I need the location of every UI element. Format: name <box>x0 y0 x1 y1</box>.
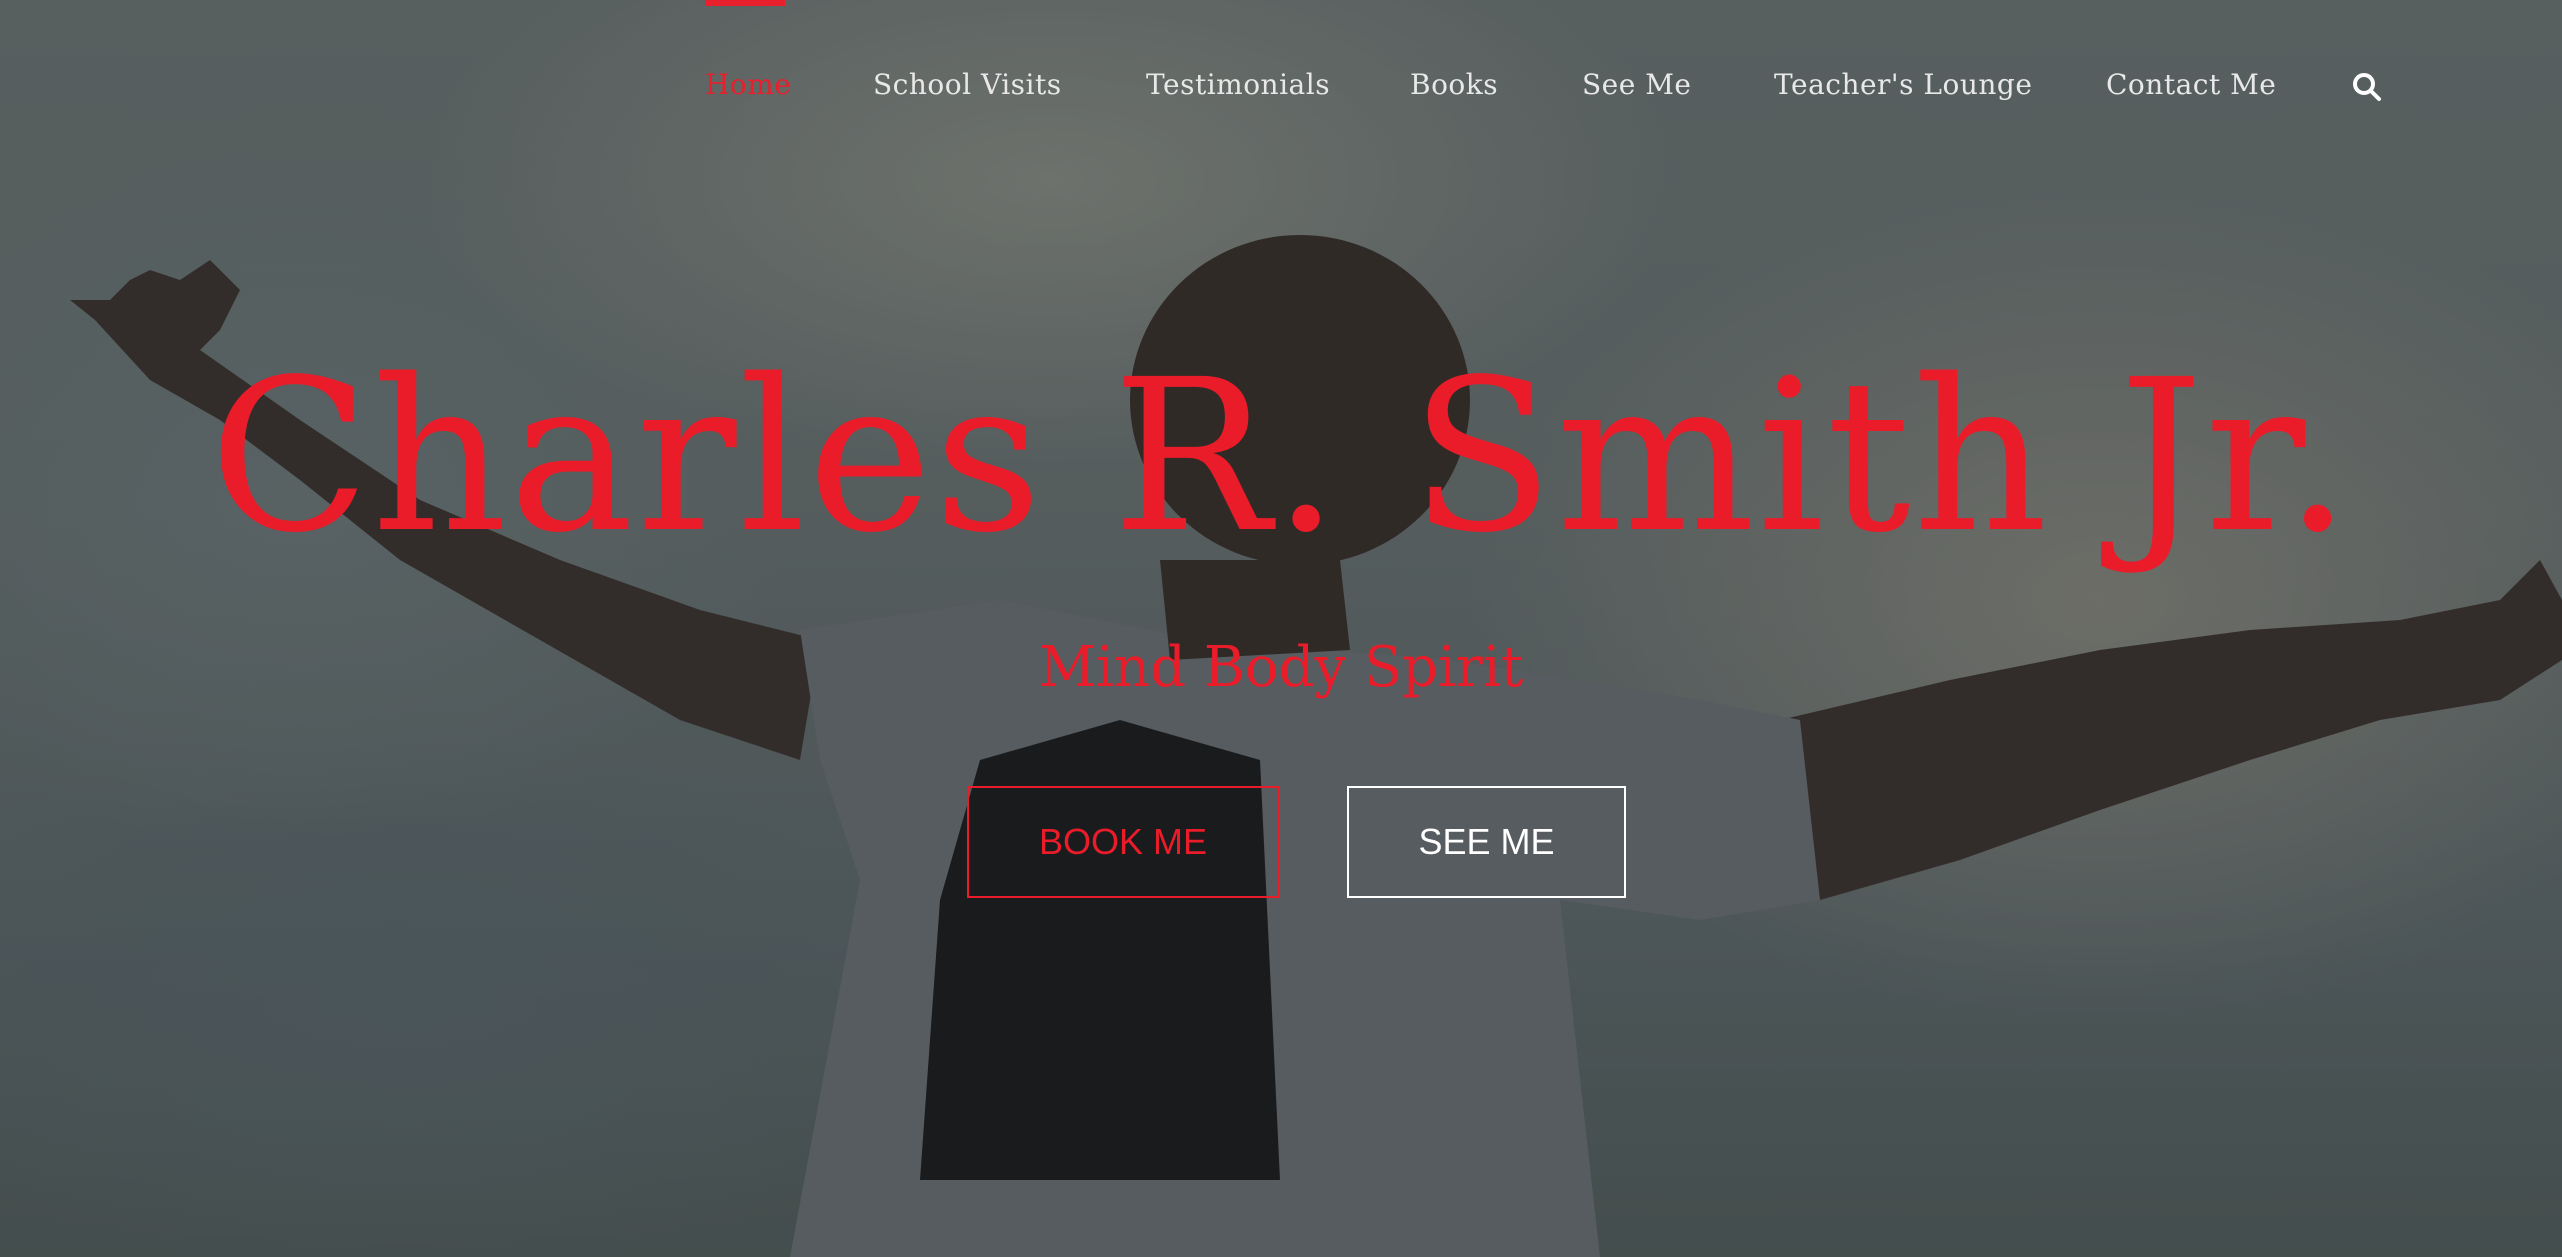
main-nav: Home School Visits Testimonials Books Se… <box>0 0 2562 102</box>
search-icon[interactable] <box>2352 72 2382 102</box>
nav-item-home[interactable]: Home <box>705 68 791 101</box>
book-me-button[interactable]: BOOK ME <box>967 786 1279 898</box>
active-indicator <box>705 0 785 6</box>
nav-item-contact-me[interactable]: Contact Me <box>2106 68 2276 101</box>
hero-title: Charles R. Smith Jr. <box>209 334 2353 579</box>
nav-item-books[interactable]: Books <box>1410 68 1498 101</box>
see-me-button[interactable]: SEE ME <box>1347 786 1626 898</box>
nav-item-see-me[interactable]: See Me <box>1582 68 1691 101</box>
nav-item-school-visits[interactable]: School Visits <box>873 68 1062 101</box>
nav-item-teachers-lounge[interactable]: Teacher's Lounge <box>1774 68 2032 101</box>
hero-overlay <box>0 0 2562 1257</box>
nav-item-testimonials[interactable]: Testimonials <box>1146 68 1330 101</box>
page: Home School Visits Testimonials Books Se… <box>0 0 2562 1257</box>
hero-subtitle: Mind Body Spirit <box>1038 635 1524 700</box>
